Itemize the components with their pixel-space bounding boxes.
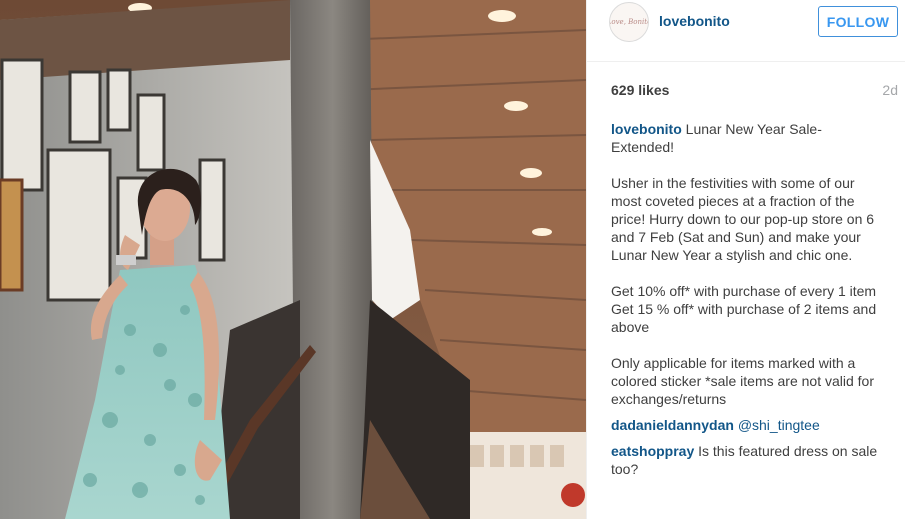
post-age[interactable]: 2d <box>882 82 898 98</box>
caption-offer-2: Get 15 % off* with purchase of 2 items a… <box>611 301 877 335</box>
caption-title-line: lovebonito Lunar New Year Sale- Extended… <box>611 120 881 156</box>
post-meta: 629 likes 2d <box>587 62 905 114</box>
comment-user-link[interactable]: dadanieldannydan <box>611 417 734 433</box>
instagram-post-view: Love, Bonito lovebonito FOLLOW 629 likes… <box>0 0 905 519</box>
post-header: Love, Bonito lovebonito FOLLOW <box>587 0 905 62</box>
avatar-logo: Love, Bonito <box>610 18 649 26</box>
photo-illustration <box>0 0 586 519</box>
follow-button[interactable]: FOLLOW <box>818 6 898 37</box>
caption-paragraph: Usher in the festivities with some of ou… <box>611 175 875 263</box>
comment-item: eatshoppray Is this featured dress on sa… <box>611 442 881 478</box>
post-side-panel: Love, Bonito lovebonito FOLLOW 629 likes… <box>586 0 905 519</box>
comments-list: lovebonito Lunar New Year Sale- Extended… <box>611 120 881 478</box>
post-photo[interactable] <box>0 0 586 519</box>
comment-user-link[interactable]: eatshoppray <box>611 443 694 459</box>
caption: lovebonito Lunar New Year Sale- Extended… <box>611 120 881 408</box>
avatar[interactable]: Love, Bonito <box>609 2 649 42</box>
caption-offer-1: Get 10% off* with purchase of every 1 it… <box>611 283 877 299</box>
username-link[interactable]: lovebonito <box>659 13 730 29</box>
caption-author-link[interactable]: lovebonito <box>611 121 682 137</box>
comment-mention-link[interactable]: @shi_tingtee <box>738 417 820 433</box>
caption-terms: Only applicable for items marked with a … <box>611 355 874 407</box>
comment-item: dadanieldannydan @shi_tingtee <box>611 416 881 434</box>
likes-count[interactable]: 629 likes <box>611 82 669 98</box>
